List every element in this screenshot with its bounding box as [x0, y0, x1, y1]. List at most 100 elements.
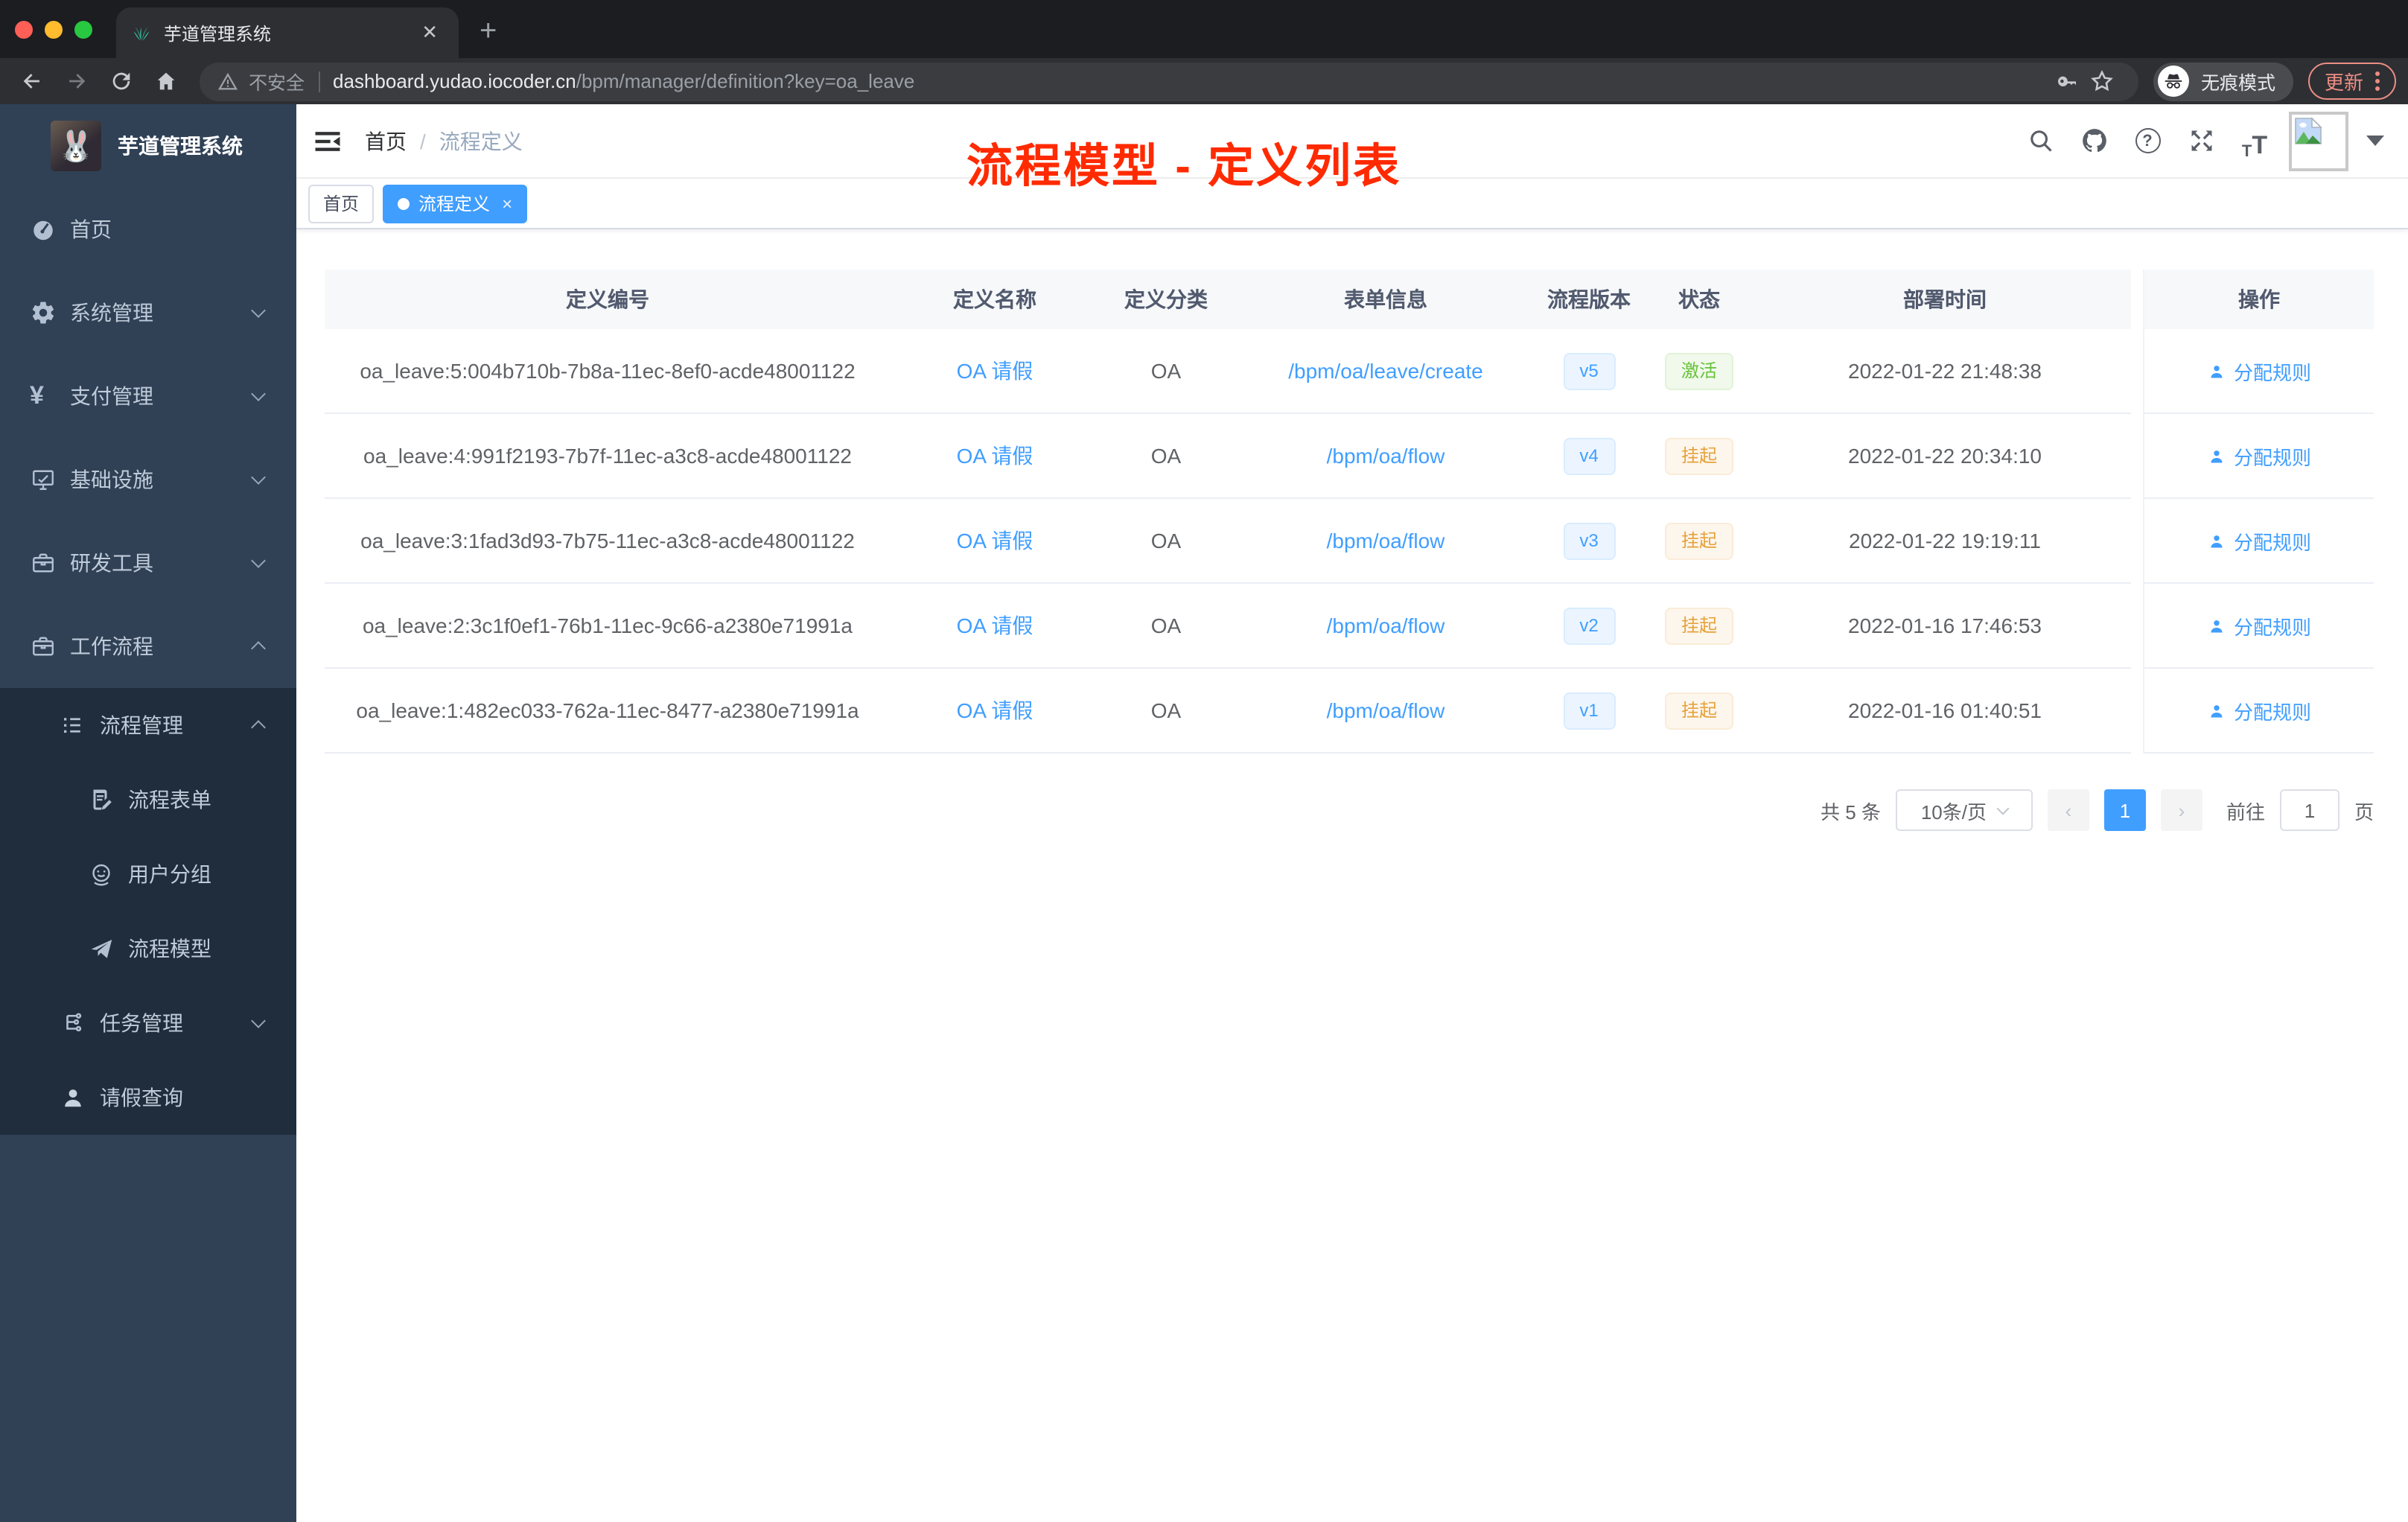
tab-close-icon[interactable]: ✕ [415, 21, 444, 45]
col-header-version: 流程版本 [1538, 270, 1640, 329]
page-size-select[interactable]: 10条/页 [1895, 789, 2033, 831]
version-badge: v4 [1563, 437, 1615, 474]
chevron-up-icon [251, 641, 266, 656]
definition-name-link[interactable]: OA 请假 [957, 526, 1033, 555]
sidebar-item-process-form[interactable]: 流程表单 [0, 762, 296, 837]
sidebar-logo[interactable]: 🐰 芋道管理系统 [0, 104, 296, 188]
sidebar-item-payment[interactable]: ¥ 支付管理 [0, 354, 296, 438]
sidebar-item-process-management[interactable]: 流程管理 [0, 688, 296, 762]
definition-name-link[interactable]: OA 请假 [957, 356, 1033, 386]
pagination: 共 5 条 10条/页 ‹ 1 › 前往 页 [325, 789, 2374, 831]
window-close-button[interactable] [15, 21, 33, 39]
forward-button[interactable] [57, 62, 95, 101]
status-badge: 挂起 [1664, 692, 1733, 729]
window-zoom-button[interactable] [74, 21, 92, 39]
sidebar-item-system[interactable]: 系统管理 [0, 271, 296, 354]
sidebar-item-home[interactable]: 首页 [0, 188, 296, 271]
goto-page-input[interactable] [2279, 789, 2339, 831]
tag-process-definition[interactable]: 流程定义 × [383, 184, 528, 223]
chevron-down-icon [251, 386, 266, 401]
sidebar-fold-icon[interactable] [311, 124, 344, 157]
browser-menu-icon[interactable] [2375, 71, 2380, 91]
definition-name-link[interactable]: OA 请假 [957, 441, 1033, 471]
assign-rule-button[interactable]: 分配规则 [2207, 357, 2311, 385]
reload-button[interactable] [101, 62, 140, 101]
list-tree-icon [60, 712, 86, 739]
definition-id: oa_leave:3:1fad3d93-7b75-11ec-a3c8-acde4… [325, 499, 891, 584]
user-icon [2211, 704, 2223, 717]
sidebar-item-label: 请假查询 [100, 1086, 183, 1109]
briefcase-icon [30, 633, 57, 660]
deploy-time: 2022-01-16 01:40:51 [1759, 669, 2131, 754]
breadcrumb: 首页 / 流程定义 [365, 126, 523, 156]
browser-toolbar: 不安全 dashboard.yudao.iocoder.cn/bpm/manag… [0, 58, 2408, 104]
definition-id: oa_leave:5:004b710b-7b8a-11ec-8ef0-acde4… [325, 329, 891, 414]
user-group-icon [88, 861, 115, 888]
sidebar-item-task-management[interactable]: 任务管理 [0, 986, 296, 1060]
form-link[interactable]: /bpm/oa/leave/create [1288, 359, 1483, 383]
sidebar-item-label: 用户分组 [128, 862, 211, 886]
bookmark-star-icon[interactable] [2085, 69, 2121, 94]
tag-close-icon[interactable]: × [499, 193, 512, 214]
prev-page-button[interactable]: ‹ [2047, 789, 2089, 831]
table-row: oa_leave:1:482ec033-762a-11ec-8477-a2380… [325, 669, 2374, 754]
password-key-icon[interactable] [2049, 69, 2085, 93]
form-link[interactable]: /bpm/oa/flow [1327, 614, 1445, 637]
window-minimize-button[interactable] [45, 21, 63, 39]
search-icon[interactable] [2021, 121, 2060, 160]
sidebar-item-label: 流程表单 [128, 788, 211, 812]
assign-rule-button[interactable]: 分配规则 [2207, 442, 2311, 470]
incognito-badge: 无痕模式 [2153, 62, 2293, 101]
address-bar[interactable]: 不安全 dashboard.yudao.iocoder.cn/bpm/manag… [200, 62, 2138, 101]
sidebar-item-workflow[interactable]: 工作流程 [0, 605, 296, 688]
definition-id: oa_leave:1:482ec033-762a-11ec-8477-a2380… [325, 669, 891, 754]
back-button[interactable] [12, 62, 51, 101]
definition-name-link[interactable]: OA 请假 [957, 695, 1033, 725]
tag-label: 流程定义 [418, 194, 491, 214]
col-header-action: 操作 [2143, 270, 2374, 329]
sidebar-item-user-group[interactable]: 用户分组 [0, 837, 296, 911]
next-page-button[interactable]: › [2160, 789, 2202, 831]
form-link[interactable]: /bpm/oa/flow [1327, 698, 1445, 722]
assign-rule-button[interactable]: 分配规则 [2207, 611, 2311, 640]
not-secure-label[interactable]: 不安全 [249, 67, 305, 95]
new-tab-button[interactable]: + [480, 15, 497, 58]
sidebar-item-infrastructure[interactable]: 基础设施 [0, 438, 296, 521]
form-edit-icon [88, 786, 115, 813]
github-icon[interactable] [2074, 121, 2113, 160]
avatar[interactable] [2289, 111, 2348, 171]
definition-id: oa_leave:2:3c1f0ef1-76b1-11ec-9c66-a2380… [325, 584, 891, 669]
user-icon [2211, 535, 2223, 547]
tag-home[interactable]: 首页 [308, 184, 375, 223]
table-row: oa_leave:3:1fad3d93-7b75-11ec-a3c8-acde4… [325, 499, 2374, 584]
sidebar-item-devtools[interactable]: 研发工具 [0, 521, 296, 605]
sidebar-item-label: 流程模型 [128, 937, 211, 961]
not-secure-warning-icon [217, 71, 238, 89]
deploy-time: 2022-01-22 19:19:11 [1759, 499, 2131, 584]
browser-update-button[interactable]: 更新 [2307, 63, 2396, 100]
home-button[interactable] [146, 62, 185, 101]
paper-plane-icon [88, 935, 115, 962]
assign-rule-button[interactable]: 分配规则 [2207, 696, 2311, 725]
active-tag-dot [398, 197, 410, 209]
browser-tab[interactable]: 芋道管理系统 ✕ [116, 7, 459, 58]
fullscreen-icon[interactable] [2182, 121, 2220, 160]
sidebar-item-label: 系统管理 [70, 301, 153, 325]
form-link[interactable]: /bpm/oa/flow [1327, 529, 1445, 553]
gear-icon [30, 299, 57, 326]
status-badge: 挂起 [1664, 522, 1733, 559]
breadcrumb-home[interactable]: 首页 [365, 126, 407, 156]
sidebar-item-process-model[interactable]: 流程模型 [0, 911, 296, 986]
url-host: dashboard.yudao.iocoder.cn [333, 70, 576, 92]
col-header-category: 定义分类 [1099, 270, 1233, 329]
font-size-icon[interactable]: TT [2235, 121, 2274, 160]
assign-rule-button[interactable]: 分配规则 [2207, 526, 2311, 555]
current-page-button[interactable]: 1 [2103, 789, 2146, 831]
yen-icon: ¥ [30, 381, 44, 410]
avatar-dropdown-caret-icon[interactable] [2366, 136, 2384, 146]
form-link[interactable]: /bpm/oa/flow [1327, 444, 1445, 468]
sidebar-item-leave-query[interactable]: 请假查询 [0, 1060, 296, 1135]
definition-name-link[interactable]: OA 请假 [957, 611, 1033, 640]
help-icon[interactable]: ? [2128, 121, 2167, 160]
update-label[interactable]: 更新 [2325, 67, 2363, 95]
